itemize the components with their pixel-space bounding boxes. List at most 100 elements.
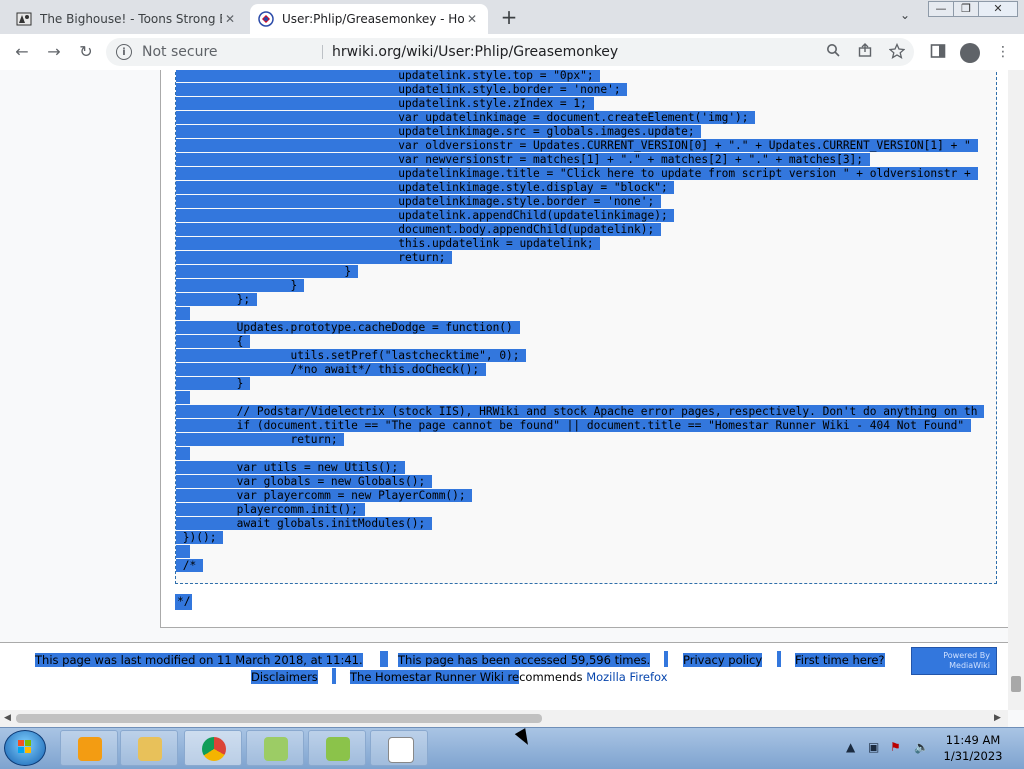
bookmark-star-icon[interactable]: [888, 42, 906, 61]
forward-button[interactable]: →: [44, 42, 64, 62]
code-text: [182, 545, 190, 558]
scroll-left-arrow-icon[interactable]: ◀: [4, 713, 11, 723]
network-icon[interactable]: ▣: [868, 740, 879, 754]
share-icon[interactable]: [856, 43, 874, 61]
code-indent: [176, 377, 237, 390]
code-indent: [176, 209, 399, 222]
reload-button[interactable]: ↻: [76, 42, 96, 62]
page-content: updatelink.style.top = "0px"; updatelink…: [160, 70, 1008, 628]
hrwiki-favicon-icon: [258, 11, 274, 27]
side-panel-icon[interactable]: [929, 43, 947, 61]
accessed-count-text: This page has been accessed 59,596 times…: [398, 653, 651, 667]
tab-close-icon[interactable]: ✕: [464, 12, 480, 26]
solitaire-taskbar-button[interactable]: [370, 730, 428, 766]
code-line: })();: [176, 531, 996, 545]
address-bar[interactable]: i Not secure hrwiki.org/wiki/User:Phlip/…: [106, 38, 914, 66]
start-button[interactable]: [4, 730, 46, 766]
code-text: var playercomm = new PlayerComm();: [236, 489, 473, 502]
page-footer: This page was last modified on 11 March …: [0, 642, 1008, 710]
cards-icon: [388, 737, 414, 763]
code-line: updatelinkimage.src = globals.images.upd…: [176, 125, 996, 139]
code-line: updatelinkimage.style.display = "block";: [176, 181, 996, 195]
code-line: }: [176, 265, 996, 279]
code-text: [182, 391, 190, 404]
code-line: }: [176, 279, 996, 293]
chrome-taskbar-button[interactable]: [184, 730, 242, 766]
code-line: await globals.initModules();: [176, 517, 996, 531]
tray-expand-icon[interactable]: ▲: [846, 740, 855, 754]
code-text: document.body.appendChild(updatelink);: [398, 223, 661, 236]
media-player-icon: [78, 737, 102, 761]
code-line: document.body.appendChild(updatelink);: [176, 223, 996, 237]
code-line: [176, 307, 996, 321]
maximize-button[interactable]: ❐: [953, 1, 979, 17]
vertical-scrollbar[interactable]: [1008, 70, 1024, 710]
code-line: /*no await*/ this.doCheck();: [176, 363, 996, 377]
code-text: Updates.prototype.cacheDodge = function(…: [236, 321, 520, 334]
code-indent: [176, 223, 399, 236]
code-line: updatelinkimage.style.border = 'none';: [176, 195, 996, 209]
recommends-selected-text: The Homestar Runner Wiki re: [350, 670, 520, 684]
menu-dots-icon[interactable]: ⋮: [994, 43, 1012, 61]
code-line: updatelinkimage.title = "Click here to u…: [176, 167, 996, 181]
back-button[interactable]: ←: [12, 42, 32, 62]
tab-greasemonkey[interactable]: User:Phlip/Greasemonkey - Hom ✕: [250, 4, 488, 34]
code-indent: [176, 349, 291, 362]
code-indent: [176, 559, 183, 572]
code-indent: [176, 307, 183, 320]
file-explorer-taskbar-button[interactable]: [120, 730, 178, 766]
new-tab-button[interactable]: +: [498, 7, 520, 29]
footer-separator: [664, 651, 668, 667]
tab-search-chevron-icon[interactable]: ⌄: [896, 8, 914, 26]
tab-close-icon[interactable]: ✕: [222, 12, 238, 26]
close-window-button[interactable]: ✕: [978, 1, 1018, 17]
recommends-rest-text: commends: [519, 670, 587, 684]
code-line: playercomm.init();: [176, 503, 996, 517]
disclaimers-link[interactable]: Disclaimers: [251, 670, 318, 684]
action-center-flag-icon[interactable]: ⚑: [890, 740, 901, 754]
security-status[interactable]: Not secure: [142, 44, 218, 60]
url-text[interactable]: hrwiki.org/wiki/User:Phlip/Greasemonkey: [332, 44, 618, 60]
tab-bighouse[interactable]: The Bighouse! - Toons Strong Ba ✕: [8, 4, 246, 34]
profile-avatar-icon[interactable]: [960, 43, 980, 63]
code-text: updatelink.style.top = "0px";: [398, 70, 601, 82]
tab-title: User:Phlip/Greasemonkey - Hom: [282, 12, 464, 26]
code-text: }: [236, 377, 251, 390]
firefox-link[interactable]: Mozilla Firefox: [586, 670, 667, 684]
code-indent: [176, 111, 399, 124]
code-text: updatelink.style.border = 'none';: [398, 83, 628, 96]
vertical-scroll-thumb[interactable]: [1011, 676, 1021, 692]
zoom-search-icon[interactable]: [824, 43, 842, 61]
powered-by-mediawiki-badge[interactable]: Powered By MediaWiki: [911, 647, 997, 675]
minimize-button[interactable]: —: [928, 1, 954, 17]
scroll-right-arrow-icon[interactable]: ▶: [994, 713, 1001, 723]
code-text: return;: [398, 251, 453, 264]
code-indent: [176, 139, 399, 152]
code-indent: [176, 503, 237, 516]
system-clock[interactable]: 11:49 AM 1/31/2023: [936, 732, 1010, 764]
recommends-text: The Homestar Runner Wiki recommends Mozi…: [350, 670, 668, 684]
code-line: return;: [176, 251, 996, 265]
clock-time: 11:49 AM: [945, 733, 1001, 747]
tab-strip: The Bighouse! - Toons Strong Ba ✕ User:P…: [0, 0, 1024, 34]
windows-taskbar: ▲ ▣ ⚑ 🔈 11:49 AM 1/31/2023: [0, 727, 1024, 769]
first-time-link[interactable]: First time here?: [795, 653, 885, 667]
code-line: var newversionstr = matches[1] + "." + m…: [176, 153, 996, 167]
code-line: Updates.prototype.cacheDodge = function(…: [176, 321, 996, 335]
code-line: var playercomm = new PlayerComm();: [176, 489, 996, 503]
volume-icon[interactable]: 🔈: [914, 740, 929, 754]
horizontal-scrollbar[interactable]: ◀ ▶: [0, 710, 1008, 727]
code-line: return;: [176, 433, 996, 447]
code-indent: [176, 125, 399, 138]
code-indent: [176, 293, 237, 306]
media-player-taskbar-button[interactable]: [60, 730, 118, 766]
privacy-policy-link[interactable]: Privacy policy: [683, 653, 763, 667]
notepad-taskbar-button[interactable]: [246, 730, 304, 766]
code-line: this.updatelink = updatelink;: [176, 237, 996, 251]
code-line: updatelink.style.border = 'none';: [176, 83, 996, 97]
download-app-taskbar-button[interactable]: [308, 730, 366, 766]
info-icon[interactable]: i: [116, 44, 132, 60]
code-line: if (document.title == "The page cannot b…: [176, 419, 996, 433]
horizontal-scroll-thumb[interactable]: [16, 714, 542, 723]
code-text: if (document.title == "The page cannot b…: [236, 419, 971, 432]
